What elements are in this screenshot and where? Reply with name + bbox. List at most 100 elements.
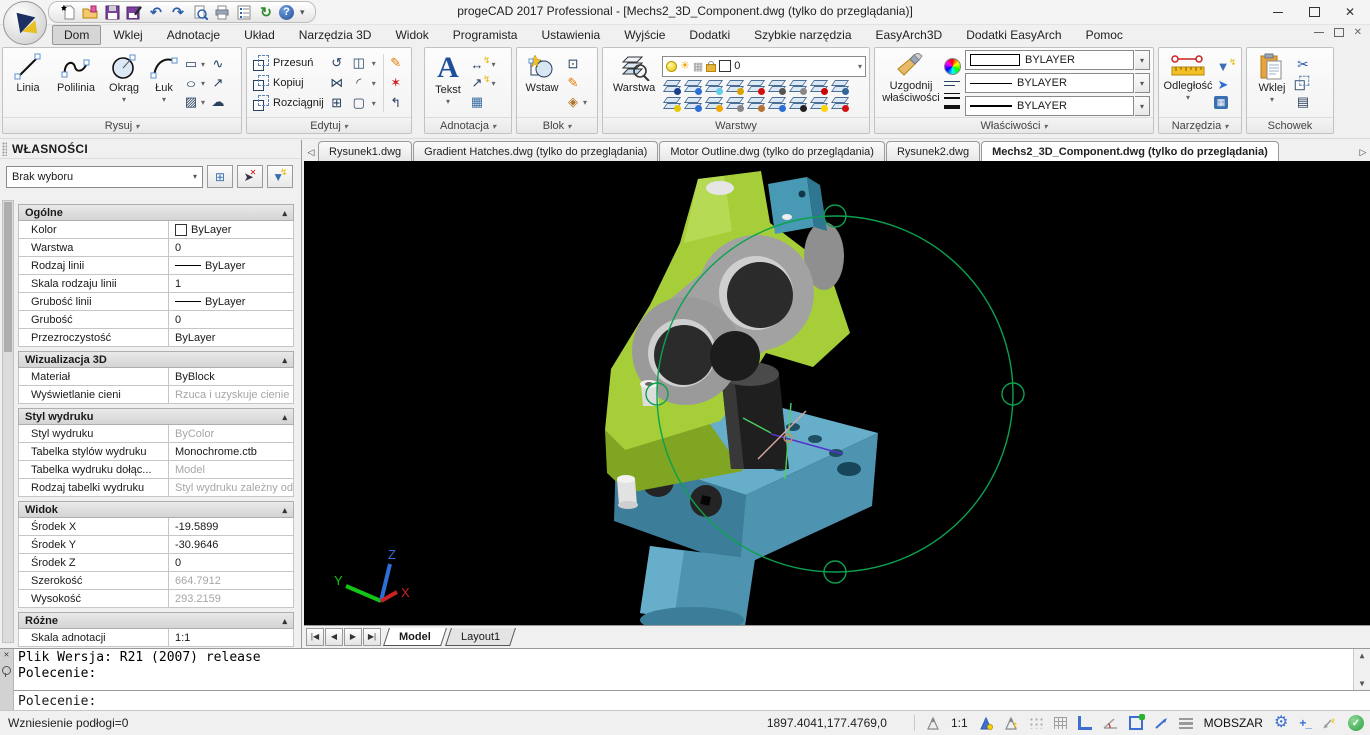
scroll-right-icon[interactable]: ▷ <box>1356 143 1370 161</box>
group-label-adnotacja[interactable]: Adnotacja <box>425 117 511 133</box>
mdi-close-icon[interactable]: ✕ <box>1354 27 1362 38</box>
fillet-icon[interactable]: ◜ <box>350 75 368 92</box>
ortho-icon[interactable] <box>1077 716 1092 730</box>
properties-scrollbar[interactable] <box>2 200 14 643</box>
print-icon[interactable] <box>213 3 231 21</box>
annotation-visibility-icon[interactable] <box>979 716 993 730</box>
tab-dodatki[interactable]: Dodatki <box>677 25 742 45</box>
pin-icon[interactable] <box>2 666 11 677</box>
group-label-blok[interactable]: Blok <box>517 117 597 133</box>
property-row[interactable]: Tabelka wydruku dołąc... Model <box>18 461 294 479</box>
property-row[interactable]: Przezroczystość ByLayer <box>18 329 294 347</box>
group-label-rysuj[interactable]: Rysuj <box>3 117 241 133</box>
property-row[interactable]: Środek X -19.5899 <box>18 518 294 536</box>
layer-tool-icon[interactable] <box>809 79 828 95</box>
next-tab-icon[interactable]: ▶ <box>344 627 362 646</box>
property-row[interactable]: Środek Z0 <box>18 554 294 572</box>
copy-doc-icon[interactable] <box>1294 75 1310 91</box>
layer-tool-icon[interactable] <box>746 79 765 95</box>
layer-tool-icon[interactable] <box>788 79 807 95</box>
drag-handle[interactable] <box>2 142 7 156</box>
new-file-icon[interactable] <box>59 3 77 21</box>
tab-model[interactable]: Model <box>383 627 447 646</box>
grid-icon[interactable] <box>1053 717 1067 729</box>
revision-cloud-icon[interactable]: ∿ <box>209 56 227 73</box>
hatch-icon[interactable]: ▨ <box>182 94 200 111</box>
chevron-down-icon[interactable]: ▾ <box>372 99 380 108</box>
filter-icon[interactable]: ▼ ↯ <box>267 165 293 188</box>
scroll-down-icon[interactable]: ▼ <box>1360 679 1365 688</box>
layer-tool-icon[interactable] <box>767 96 786 112</box>
polyline-button[interactable]: Polilinia <box>50 50 102 116</box>
property-row[interactable]: Skala rodzaju linii 1 <box>18 275 294 293</box>
quick-input-icon[interactable]: +_ <box>1299 716 1312 730</box>
selection-combo[interactable]: Brak wyboru ▾ <box>6 165 203 188</box>
options-icon[interactable] <box>235 3 253 21</box>
layer-tool-icon[interactable] <box>725 96 744 112</box>
array-icon[interactable]: ⊞ <box>328 95 346 112</box>
section-ogolne[interactable]: Ogólne <box>18 204 294 221</box>
tab-pomoc[interactable]: Pomoc <box>1074 25 1135 45</box>
layer-tool-icon[interactable] <box>830 79 849 95</box>
group-label-warstwy[interactable]: Warstwy <box>603 117 869 133</box>
ellipse-icon[interactable]: ○ <box>179 75 203 92</box>
tab-widok[interactable]: Widok <box>383 25 440 45</box>
annotation-scale-value[interactable]: 1:1 <box>951 716 968 730</box>
property-row[interactable]: Materiał ByBlock <box>18 368 294 386</box>
lineweight-combo[interactable]: BYLAYER <box>965 96 1134 116</box>
layer-tool-icon[interactable] <box>746 96 765 112</box>
redo-icon[interactable]: ↷ <box>169 3 187 21</box>
insert-block-button[interactable]: Wstaw <box>520 50 564 116</box>
property-row[interactable]: Grubość 0 <box>18 311 294 329</box>
move-button[interactable]: Przesuń <box>253 53 324 73</box>
property-row[interactable]: Warstwa 0 <box>18 239 294 257</box>
property-row[interactable]: Kolor ByLayer <box>18 221 294 239</box>
tab-ustawienia[interactable]: Ustawienia <box>529 25 612 45</box>
tab-szybkie-narzedzia[interactable]: Szybkie narzędzia <box>742 25 863 45</box>
create-block-icon[interactable]: ⊡ <box>564 56 582 73</box>
mdi-restore-icon[interactable] <box>1333 28 1344 37</box>
annotation-scale-icon[interactable] <box>926 716 940 730</box>
open-file-icon[interactable] <box>81 3 99 21</box>
command-scrollbar[interactable]: ▲ ▼ <box>1353 649 1370 690</box>
layer-tool-icon[interactable] <box>704 79 723 95</box>
tab-layout1[interactable]: Layout1 <box>444 627 516 646</box>
polar-icon[interactable] <box>1103 717 1118 730</box>
settings-gear-icon[interactable]: ⚙ <box>1274 715 1288 731</box>
collapse-icon[interactable] <box>282 504 287 516</box>
cut-icon[interactable]: ✂ <box>1294 56 1312 73</box>
property-row[interactable]: Wysokość 293.2159 <box>18 590 294 608</box>
ready-check-icon[interactable]: ✓ <box>1348 715 1364 731</box>
property-row[interactable]: Rodzaj linii ByLayer <box>18 257 294 275</box>
chevron-down-icon[interactable]: ▾ <box>201 60 209 69</box>
table-icon[interactable]: ▦ <box>468 94 486 111</box>
circle-button[interactable]: Okrąg <box>102 50 146 116</box>
help-icon[interactable]: ? <box>279 4 294 20</box>
cloud-icon[interactable]: ☁ <box>209 94 227 111</box>
text-button[interactable]: A Tekst <box>428 50 468 116</box>
tab-easyarch3d[interactable]: EasyArch3D <box>864 25 955 45</box>
trim-icon[interactable]: ◫ <box>350 55 368 72</box>
coordinates-readout[interactable]: 1897.4041,177.4769,0 <box>767 716 887 730</box>
tab-adnotacje[interactable]: Adnotacje <box>155 25 232 45</box>
drawing-tab[interactable]: Motor Outline.dwg (tylko do przeglądania… <box>659 141 885 161</box>
segment-icon[interactable]: ↗ <box>209 75 227 92</box>
chevron-down-icon[interactable]: ▾ <box>1135 96 1150 116</box>
mdi-minimize-icon[interactable] <box>1313 32 1324 33</box>
section-widok[interactable]: Widok <box>18 501 294 518</box>
chevron-down-icon[interactable]: ▾ <box>1135 50 1150 70</box>
save-as-icon[interactable] <box>125 3 143 21</box>
print-preview-icon[interactable] <box>191 3 209 21</box>
select-add-icon[interactable]: ⊞ <box>207 165 233 188</box>
rotate-icon[interactable]: ↺ <box>328 55 346 72</box>
collapse-icon[interactable] <box>282 207 287 219</box>
undo-icon[interactable]: ↶ <box>147 3 165 21</box>
tab-dodatki-easyarch[interactable]: Dodatki EasyArch <box>954 25 1073 45</box>
mirror-icon[interactable]: ⋈ <box>328 75 346 92</box>
last-tab-icon[interactable]: ▶| <box>363 627 381 646</box>
property-row[interactable]: Skala adnotacji 1:1 <box>18 629 294 647</box>
scrollbar-thumb[interactable] <box>4 202 12 352</box>
rectangle-icon[interactable]: ▭ <box>182 56 200 73</box>
arc-button[interactable]: Łuk <box>146 50 182 116</box>
group-label-narzedzia[interactable]: Narzędzia <box>1159 117 1241 133</box>
